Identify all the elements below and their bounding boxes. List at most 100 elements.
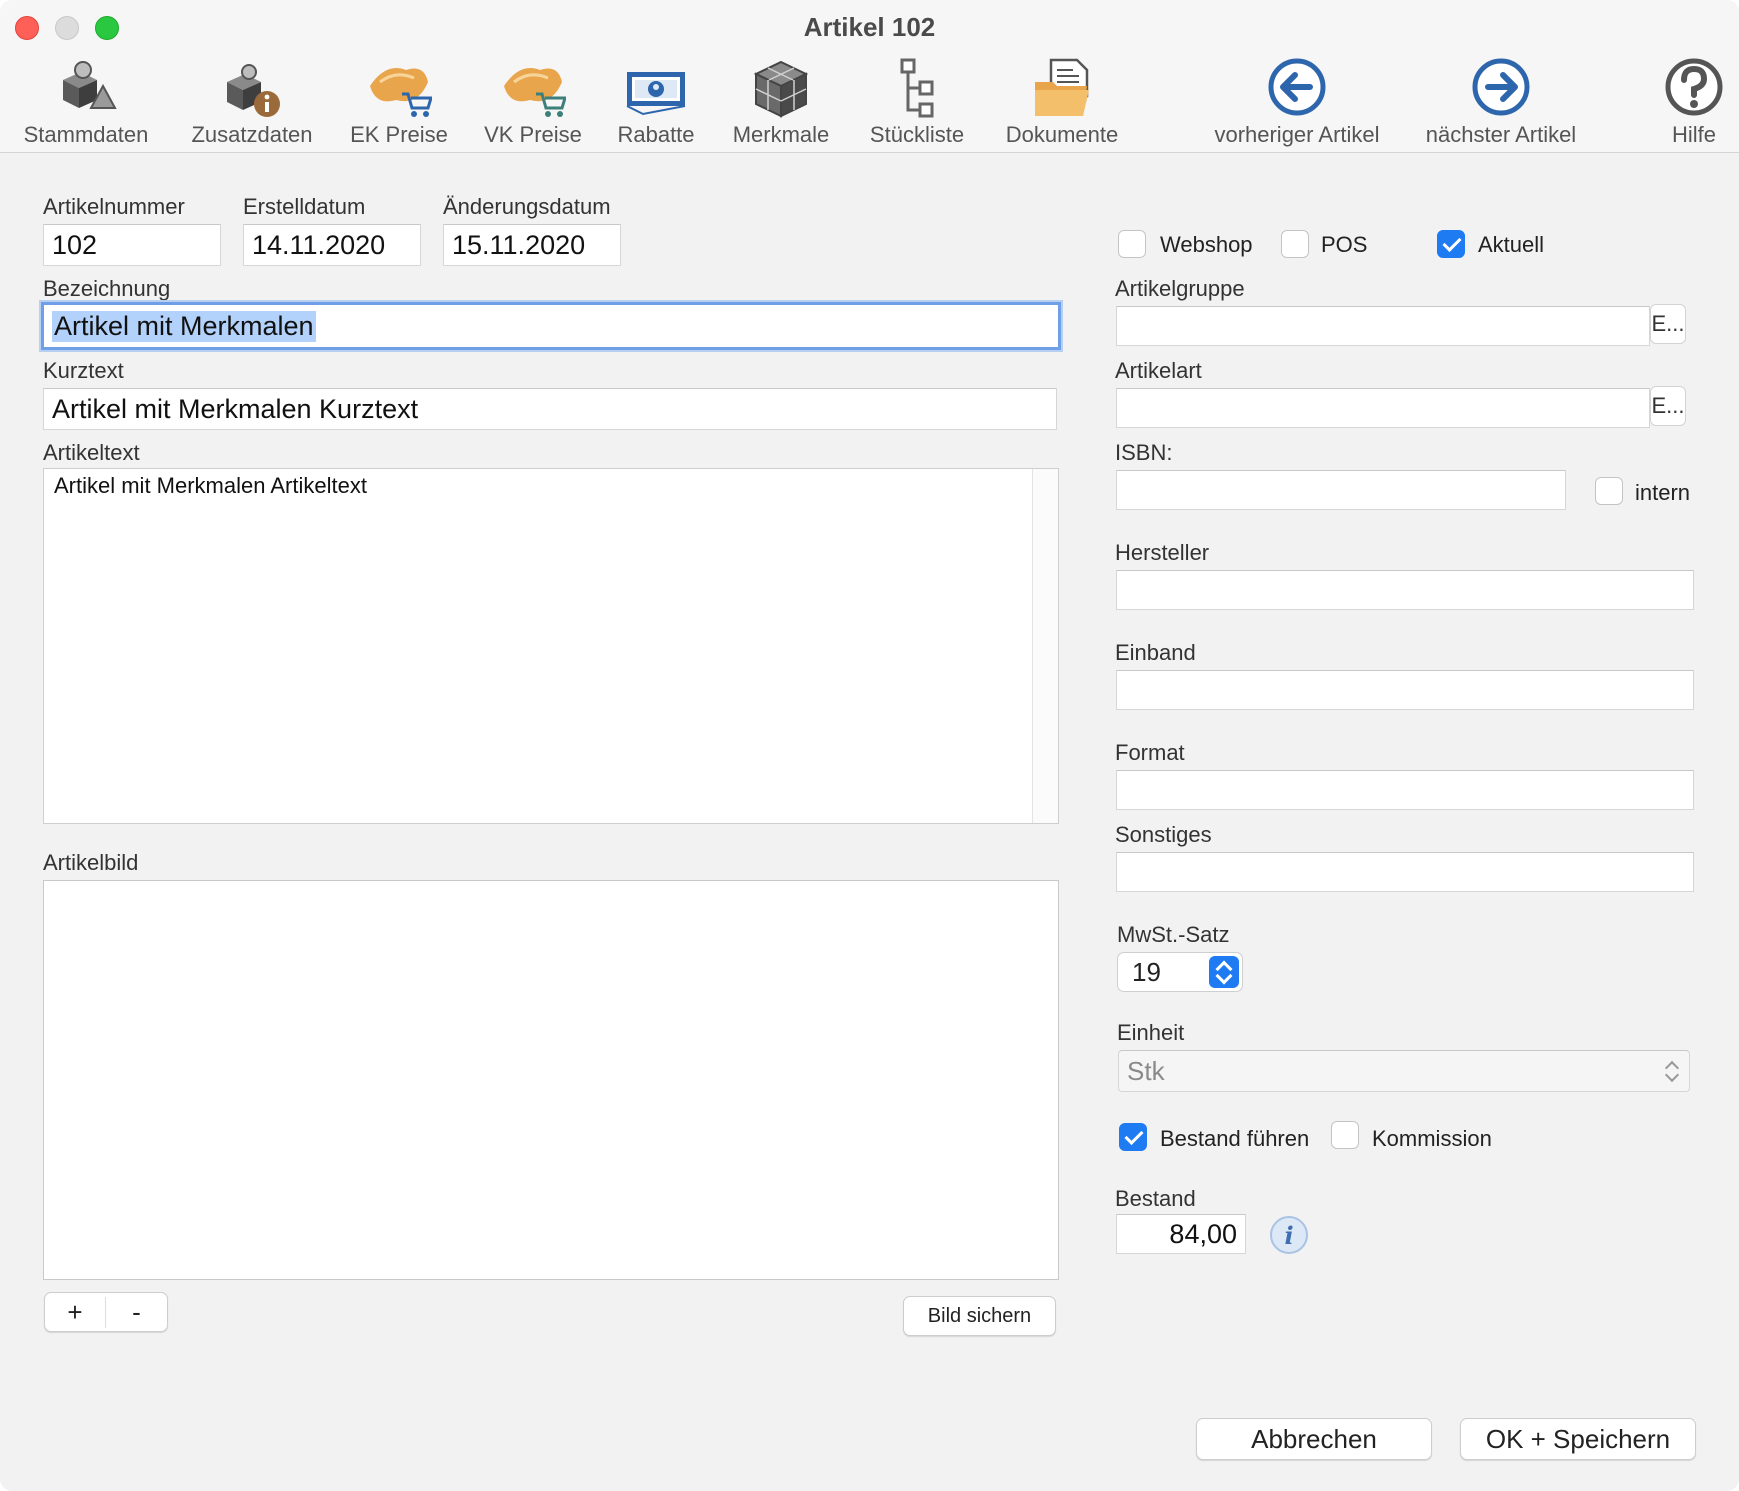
toolbar-vk-preise-label: VK Preise <box>484 122 582 147</box>
hands-cart-icon <box>370 68 432 117</box>
sonstiges-field[interactable] <box>1116 852 1694 892</box>
image-add-remove-segmented: + - <box>44 1292 168 1332</box>
kurztext-field[interactable]: Artikel mit Merkmalen Kurztext <box>43 388 1057 430</box>
bezeichnung-label: Bezeichnung <box>43 276 171 301</box>
cube-shapes-icon <box>63 61 117 109</box>
bestand-value: 84,00 <box>1169 1218 1237 1249</box>
pos-checkbox[interactable] <box>1281 230 1309 258</box>
aenderungsdatum-field[interactable]: 15.11.2020 <box>443 224 621 266</box>
einband-field[interactable] <box>1116 670 1694 710</box>
article-window: Artikel 102 Stammdaten Zusatzdaten EK Pr… <box>0 0 1739 1491</box>
artikeltext-textarea[interactable]: Artikel mit Merkmalen Artikeltext <box>43 468 1059 824</box>
hersteller-field[interactable] <box>1116 570 1694 610</box>
toolbar-stammdaten-button[interactable]: Stammdaten <box>18 56 154 148</box>
artikelart-picker-button[interactable]: E... <box>1650 386 1686 426</box>
artikelnummer-label: Artikelnummer <box>43 194 185 219</box>
ok-speichern-button[interactable]: OK + Speichern <box>1460 1418 1696 1460</box>
toolbar-merkmale-label: Merkmale <box>732 122 830 147</box>
artikelart-label: Artikelart <box>1115 358 1202 383</box>
toolbar-previous-article-label: vorheriger Artikel <box>1214 122 1380 147</box>
toolbar-dokumente-label: Dokumente <box>1005 122 1119 147</box>
banknote-icon <box>626 72 686 116</box>
remove-image-button[interactable]: - <box>107 1297 167 1328</box>
artikelart-picker-label: E... <box>1651 393 1685 418</box>
webshop-checkbox[interactable] <box>1118 230 1146 258</box>
einheit-label: Einheit <box>1117 1020 1185 1045</box>
bild-sichern-label: Bild sichern <box>927 1304 1032 1327</box>
toolbar-merkmale-button[interactable]: Merkmale <box>728 56 834 148</box>
erstelldatum-field[interactable]: 14.11.2020 <box>243 224 421 266</box>
artikeltext-value: Artikel mit Merkmalen Artikeltext <box>54 473 367 498</box>
format-label: Format <box>1115 740 1185 765</box>
einheit-chevron-icon <box>1661 1057 1683 1087</box>
artikelgruppe-field[interactable] <box>1116 306 1650 346</box>
ok-speichern-label: OK + Speichern <box>1485 1423 1671 1454</box>
kommission-checkbox[interactable] <box>1331 1121 1359 1149</box>
toolbar-rabatte-label: Rabatte <box>617 122 695 147</box>
isbn-field[interactable] <box>1116 470 1566 510</box>
einheit-select[interactable]: Stk <box>1118 1050 1690 1092</box>
bestand-label: Bestand <box>1115 1186 1196 1211</box>
toolbar-help-label: Hilfe <box>1671 122 1716 147</box>
mwst-value: 19 <box>1132 956 1161 987</box>
hersteller-label: Hersteller <box>1115 540 1210 565</box>
artikelnummer-field[interactable]: 102 <box>43 224 221 266</box>
sonstiges-label: Sonstiges <box>1115 822 1212 847</box>
artikelgruppe-picker-button[interactable]: E... <box>1650 304 1686 344</box>
isbn-label: ISBN: <box>1115 440 1173 465</box>
add-image-button[interactable]: + <box>46 1296 106 1328</box>
arrow-right-circle-icon <box>1472 58 1530 116</box>
svg-text:i: i <box>1284 1221 1293 1250</box>
bestand-fuehren-checkbox[interactable] <box>1119 1123 1147 1151</box>
toolbar-vk-preise-button[interactable]: VK Preise <box>478 56 588 148</box>
artikelart-field[interactable] <box>1116 388 1650 428</box>
artikelgruppe-label: Artikelgruppe <box>1115 276 1245 301</box>
artikelgruppe-picker-label: E... <box>1651 311 1685 336</box>
artikeltext-label: Artikeltext <box>43 440 140 465</box>
artikelnummer-value: 102 <box>52 229 98 260</box>
toolbar-zusatzdaten-label: Zusatzdaten <box>191 122 313 147</box>
aktuell-label: Aktuell <box>1478 232 1545 257</box>
toolbar-dokumente-button[interactable]: Dokumente <box>1000 56 1124 148</box>
kurztext-label: Kurztext <box>43 358 124 383</box>
toolbar: Artikel 102 Stammdaten Zusatzdaten EK Pr… <box>0 0 1739 153</box>
abbrechen-button[interactable]: Abbrechen <box>1196 1418 1432 1460</box>
info-icon[interactable]: i <box>1268 1214 1310 1256</box>
abbrechen-label: Abbrechen <box>1251 1423 1377 1454</box>
kommission-label: Kommission <box>1372 1126 1492 1151</box>
kurztext-value: Artikel mit Merkmalen Kurztext <box>52 393 419 424</box>
format-field[interactable] <box>1116 770 1694 810</box>
grid-cube-icon <box>753 60 809 118</box>
einheit-value: Stk <box>1127 1055 1165 1086</box>
hands-cart-icon <box>504 68 566 117</box>
toolbar-help-button[interactable]: Hilfe <box>1658 56 1730 148</box>
bild-sichern-button[interactable]: Bild sichern <box>903 1296 1056 1336</box>
toolbar-zusatzdaten-button[interactable]: Zusatzdaten <box>186 56 318 148</box>
toolbar-next-article-button[interactable]: nächster Artikel <box>1418 56 1584 148</box>
window-title: Artikel 102 <box>803 12 936 42</box>
mwst-select[interactable]: 19 <box>1117 952 1243 992</box>
intern-checkbox[interactable] <box>1595 477 1623 505</box>
toolbar-ek-preise-button[interactable]: EK Preise <box>342 56 456 148</box>
toolbar-rabatte-button[interactable]: Rabatte <box>612 56 700 148</box>
toolbar-previous-article-button[interactable]: vorheriger Artikel <box>1206 56 1388 148</box>
toolbar-stueckliste-label: Stückliste <box>869 122 965 147</box>
artikelbild-label: Artikelbild <box>43 850 139 875</box>
question-circle-icon <box>1665 58 1723 116</box>
toolbar-stueckliste-button[interactable]: Stückliste <box>864 56 970 148</box>
artikelbild-image-well[interactable] <box>43 880 1059 1280</box>
webshop-label: Webshop <box>1160 232 1253 257</box>
aktuell-checkbox[interactable] <box>1437 230 1465 258</box>
cube-info-icon <box>227 64 280 117</box>
bezeichnung-field[interactable]: Artikel mit Merkmalen <box>41 302 1061 350</box>
toolbar-stammdaten-label: Stammdaten <box>23 122 149 147</box>
bestand-field[interactable]: 84,00 <box>1116 1214 1246 1254</box>
arrow-left-circle-icon <box>1268 58 1326 116</box>
toolbar-ek-preise-label: EK Preise <box>350 122 448 147</box>
einband-label: Einband <box>1115 640 1196 665</box>
aenderungsdatum-label: Änderungsdatum <box>443 194 611 219</box>
intern-label: intern <box>1635 480 1691 505</box>
toolbar-next-article-label: nächster Artikel <box>1425 122 1577 147</box>
pos-label: POS <box>1321 232 1368 257</box>
artikeltext-scrollbar[interactable] <box>1032 469 1058 823</box>
